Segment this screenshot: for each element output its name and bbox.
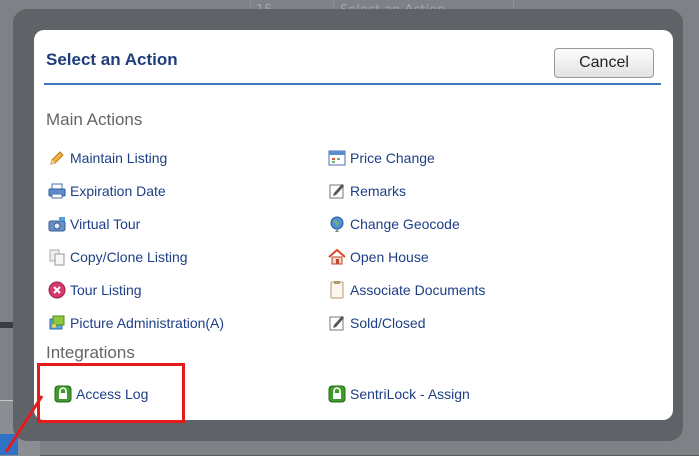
integrations-heading: Integrations [46,343,135,362]
action-copy-clone-listing[interactable]: Copy/Clone Listing [48,246,188,268]
cancel-button[interactable]: Cancel [554,48,654,78]
document-icon [328,281,346,299]
action-label: Open House [350,249,429,265]
camera-icon [48,215,66,233]
action-open-house[interactable]: Open House [328,246,429,268]
select-action-dialog: Select an Action Cancel Main Actions Mai… [34,30,673,420]
action-label: Remarks [350,183,407,199]
tour-icon [48,281,66,299]
printer-icon [48,182,66,200]
action-price-change[interactable]: Price Change [328,147,435,169]
action-sold-closed[interactable]: Sold/Closed [328,312,426,334]
globe-icon [328,215,346,233]
title-divider [44,83,661,85]
action-tour-listing[interactable]: Tour Listing [48,279,142,301]
action-label: Change Geocode [350,216,460,232]
pencil-icon [48,149,66,167]
action-label: Virtual Tour [70,216,141,232]
action-picture-administration[interactable]: Picture Administration(A) [48,312,224,334]
copy-icon [48,248,66,266]
action-label: SentriLock - Assign [350,386,470,402]
calendar-icon [328,149,346,167]
house-icon [328,248,346,266]
action-label: Maintain Listing [70,150,168,166]
action-label: Tour Listing [70,282,142,298]
edit-icon [328,182,346,200]
action-label: Expiration Date [70,183,166,199]
dialog-title: Select an Action [46,50,178,69]
action-remarks[interactable]: Remarks [328,180,406,202]
action-label: Associate Documents [350,282,486,298]
action-change-geocode[interactable]: Change Geocode [328,213,460,235]
action-expiration-date[interactable]: Expiration Date [48,180,166,202]
action-associate-documents[interactable]: Associate Documents [328,279,485,301]
action-label: Price Change [350,150,435,166]
edit-icon [328,314,346,332]
action-label: Copy/Clone Listing [70,249,188,265]
lock-icon [328,385,346,403]
action-label: Sold/Closed [350,315,426,331]
integration-sentrilock-assign[interactable]: SentriLock - Assign [328,383,470,405]
action-virtual-tour[interactable]: Virtual Tour [48,213,140,235]
action-label: Picture Administration(A) [70,315,225,331]
background-blue-tab [0,434,18,455]
highlight-box [37,363,185,423]
action-maintain-listing[interactable]: Maintain Listing [48,147,167,169]
main-actions-heading: Main Actions [46,110,143,129]
pictures-icon [48,314,66,332]
